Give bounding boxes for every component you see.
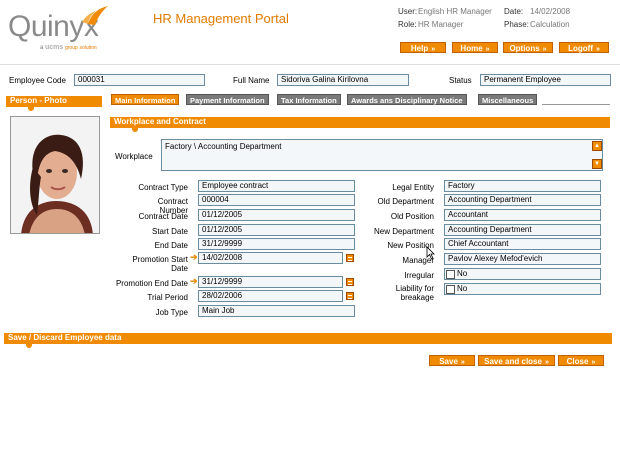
tab-main-information[interactable]: Main Information bbox=[111, 94, 180, 105]
arrow-right-icon: ➔ bbox=[190, 252, 198, 262]
tab-underline bbox=[542, 104, 610, 105]
employee-code-label: Employee Code bbox=[9, 76, 66, 85]
trial-period-label: Trial Period bbox=[147, 293, 188, 302]
calendar-icon[interactable] bbox=[346, 292, 354, 300]
end-date-label: End Date bbox=[154, 241, 188, 250]
irregular-label: Irregular bbox=[404, 271, 434, 280]
tab-miscellaneous[interactable]: Miscellaneous bbox=[478, 94, 538, 105]
workplace-contract-header: Workplace and Contract bbox=[110, 117, 610, 132]
user-label: User: bbox=[398, 7, 418, 16]
legal-entity-field[interactable]: Factory bbox=[444, 180, 601, 192]
logoff-button[interactable]: Logoff» bbox=[559, 42, 609, 53]
job-type-field[interactable]: Main Job bbox=[198, 305, 355, 317]
liability-label: Liability for bbox=[395, 284, 434, 293]
promotion-start-label: Promotion Start bbox=[132, 255, 188, 264]
status-label: Status bbox=[449, 76, 472, 85]
close-button[interactable]: Close» bbox=[558, 355, 604, 366]
logo-subtitle: a ucms group solution bbox=[40, 44, 97, 51]
promotion-end-date-label: Promotion End Date bbox=[115, 279, 188, 288]
scroll-down-icon[interactable]: ▼ bbox=[592, 159, 602, 169]
new-department-field[interactable]: Accounting Department bbox=[444, 224, 601, 236]
old-position-field[interactable]: Accountant bbox=[444, 209, 601, 221]
start-date-label: Start Date bbox=[151, 227, 188, 236]
employee-code-field[interactable]: 000031 bbox=[74, 74, 205, 86]
irregular-checkbox[interactable] bbox=[446, 270, 455, 279]
portal-title: HR Management Portal bbox=[153, 11, 289, 26]
contract-date-field[interactable]: 01/12/2005 bbox=[198, 209, 355, 221]
date-value: 14/02/2008 bbox=[530, 7, 571, 16]
mouse-cursor-icon bbox=[426, 246, 435, 260]
new-department-label: New Department bbox=[373, 227, 434, 236]
promotion-end-date-field[interactable]: 31/12/9999 bbox=[198, 276, 343, 288]
scroll-up-icon[interactable]: ▲ bbox=[592, 141, 602, 151]
start-date-field[interactable]: 01/12/2005 bbox=[198, 224, 355, 236]
status-field[interactable]: Permanent Employee bbox=[480, 74, 611, 86]
workplace-textarea[interactable]: Factory \ Accounting Department bbox=[161, 139, 603, 171]
workplace-label: Workplace bbox=[115, 152, 153, 161]
tab-awards-disciplinary[interactable]: Awards ans Disciplinary Notice bbox=[347, 94, 467, 105]
save-button[interactable]: Save» bbox=[429, 355, 475, 366]
end-date-field[interactable]: 31/12/9999 bbox=[198, 238, 355, 250]
irregular-field[interactable]: No bbox=[444, 268, 601, 280]
trial-period-field[interactable]: 28/02/2006 bbox=[198, 290, 343, 302]
person-photo bbox=[10, 116, 100, 234]
date-label: Date: bbox=[504, 7, 524, 16]
save-discard-header: Save / Discard Employee data bbox=[4, 333, 612, 348]
options-button[interactable]: Options» bbox=[503, 42, 553, 53]
new-position-label: New Position bbox=[387, 241, 434, 250]
collapse-handle-icon[interactable] bbox=[132, 127, 138, 132]
old-department-field[interactable]: Accounting Department bbox=[444, 194, 601, 206]
old-position-label: Old Position bbox=[390, 212, 434, 221]
contract-type-field[interactable]: Employee contract bbox=[198, 180, 355, 192]
contract-type-label: Contract Type bbox=[138, 183, 188, 192]
old-department-label: Old Department bbox=[377, 197, 434, 206]
job-type-label: Job Type bbox=[155, 308, 188, 317]
help-button[interactable]: Help» bbox=[400, 42, 446, 53]
save-and-close-button[interactable]: Save and close» bbox=[478, 355, 555, 366]
person-photo-header: Person - Photo bbox=[6, 96, 102, 111]
full-name-field[interactable]: Sidoriva Galina Kirilovna bbox=[277, 74, 409, 86]
logo-swoosh-icon bbox=[82, 6, 108, 25]
liability-checkbox[interactable] bbox=[446, 285, 455, 294]
contract-number-field[interactable]: 000004 bbox=[198, 194, 355, 206]
legal-entity-label: Legal Entity bbox=[392, 183, 434, 192]
contract-date-label: Contract Date bbox=[138, 212, 188, 221]
liability-field[interactable]: No bbox=[444, 283, 601, 295]
tab-payment-information[interactable]: Payment Information bbox=[186, 94, 269, 105]
collapse-handle-icon[interactable] bbox=[28, 106, 34, 111]
header-divider bbox=[0, 64, 620, 65]
tab-tax-information[interactable]: Tax Information bbox=[277, 94, 341, 105]
full-name-label: Full Name bbox=[233, 76, 270, 85]
new-position-field[interactable]: Chief Accountant bbox=[444, 238, 601, 250]
user-value: English HR Manager bbox=[418, 7, 492, 16]
phase-value: Calculation bbox=[530, 20, 570, 29]
role-label: Role: bbox=[398, 20, 417, 29]
arrow-right-icon: ➔ bbox=[190, 276, 198, 286]
calendar-icon[interactable] bbox=[346, 254, 354, 262]
collapse-handle-icon[interactable] bbox=[26, 343, 32, 348]
person-portrait-image bbox=[11, 117, 99, 233]
calendar-icon[interactable] bbox=[346, 278, 354, 286]
phase-label: Phase: bbox=[504, 20, 529, 29]
home-button[interactable]: Home» bbox=[452, 42, 498, 53]
liability-label-2: breakage bbox=[400, 293, 434, 302]
promotion-start-date-field[interactable]: 14/02/2008 bbox=[198, 252, 343, 264]
promotion-start-label-2: Date bbox=[171, 264, 188, 273]
role-value: HR Manager bbox=[418, 20, 464, 29]
manager-field[interactable]: Pavlov Alexey Mefod'evich bbox=[444, 253, 601, 265]
